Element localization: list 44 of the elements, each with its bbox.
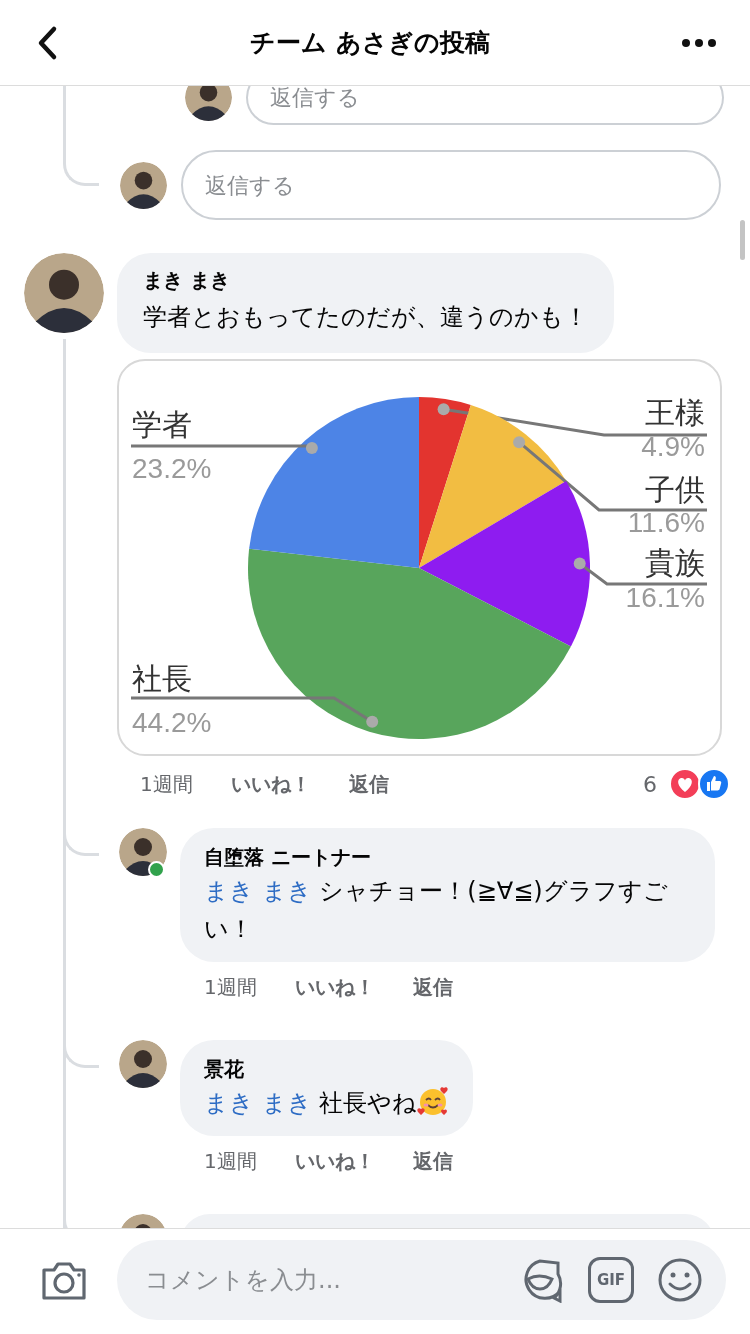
love-reaction-icon: [669, 768, 701, 800]
reply-field[interactable]: 返信する: [246, 86, 724, 125]
chart-label: 王様: [645, 396, 705, 429]
like-link[interactable]: いいね！: [230, 770, 311, 798]
chart-value: 4.9%: [641, 431, 705, 462]
chart-value: 44.2%: [132, 707, 212, 738]
more-icon[interactable]: [682, 38, 716, 47]
author-name[interactable]: まき まき: [143, 265, 588, 295]
reaction-count: 6: [643, 771, 657, 797]
chart-label: 子供: [645, 473, 705, 506]
reply-link[interactable]: 返信: [412, 973, 453, 1001]
chart-value: 11.6%: [627, 507, 705, 538]
mention-link[interactable]: まき まき: [204, 877, 312, 905]
chart-value: 16.1%: [625, 582, 705, 613]
avatar[interactable]: [185, 86, 232, 121]
avatar[interactable]: [120, 161, 167, 209]
mention-link[interactable]: まき まき: [204, 1089, 312, 1117]
chart-label: 貴族: [645, 546, 705, 579]
like-link[interactable]: いいね！: [294, 1147, 375, 1175]
scrollbar: [740, 220, 745, 260]
page-title: チーム あさぎの投稿: [250, 27, 490, 59]
author-name[interactable]: 自堕落 ニートナー: [204, 842, 691, 872]
comment-text: 学者とおもってたのだが、違うのかも！: [143, 302, 588, 333]
comment-text: まき まき 社長やね: [204, 1084, 450, 1122]
chart-label: 学者: [132, 408, 192, 441]
back-icon[interactable]: [36, 24, 58, 61]
emoji-icon[interactable]: [658, 1257, 702, 1302]
comment-text: まき まき シャチョー！(≧∀≦)グラフすごい！: [204, 876, 669, 945]
chart-value: 23.2%: [132, 453, 212, 484]
gif-button[interactable]: GIF: [588, 1256, 634, 1303]
thumbs-up-icon: [698, 768, 730, 800]
chart-label: 社長: [132, 662, 192, 695]
timestamp: 1週間: [204, 973, 257, 1001]
like-link[interactable]: いいね！: [294, 973, 375, 1001]
avatar[interactable]: [119, 1040, 167, 1088]
timestamp: 1週間: [204, 1147, 257, 1175]
comment-field[interactable]: コメントを入力...: [143, 1264, 494, 1295]
timestamp: 1週間: [140, 770, 193, 798]
author-name[interactable]: 景花: [204, 1054, 450, 1084]
avatar[interactable]: [24, 253, 104, 333]
reply-field[interactable]: 返信する: [181, 150, 721, 220]
avatar[interactable]: [119, 828, 167, 876]
reply-link[interactable]: 返信: [412, 1147, 453, 1175]
reply-link[interactable]: 返信: [348, 770, 389, 798]
